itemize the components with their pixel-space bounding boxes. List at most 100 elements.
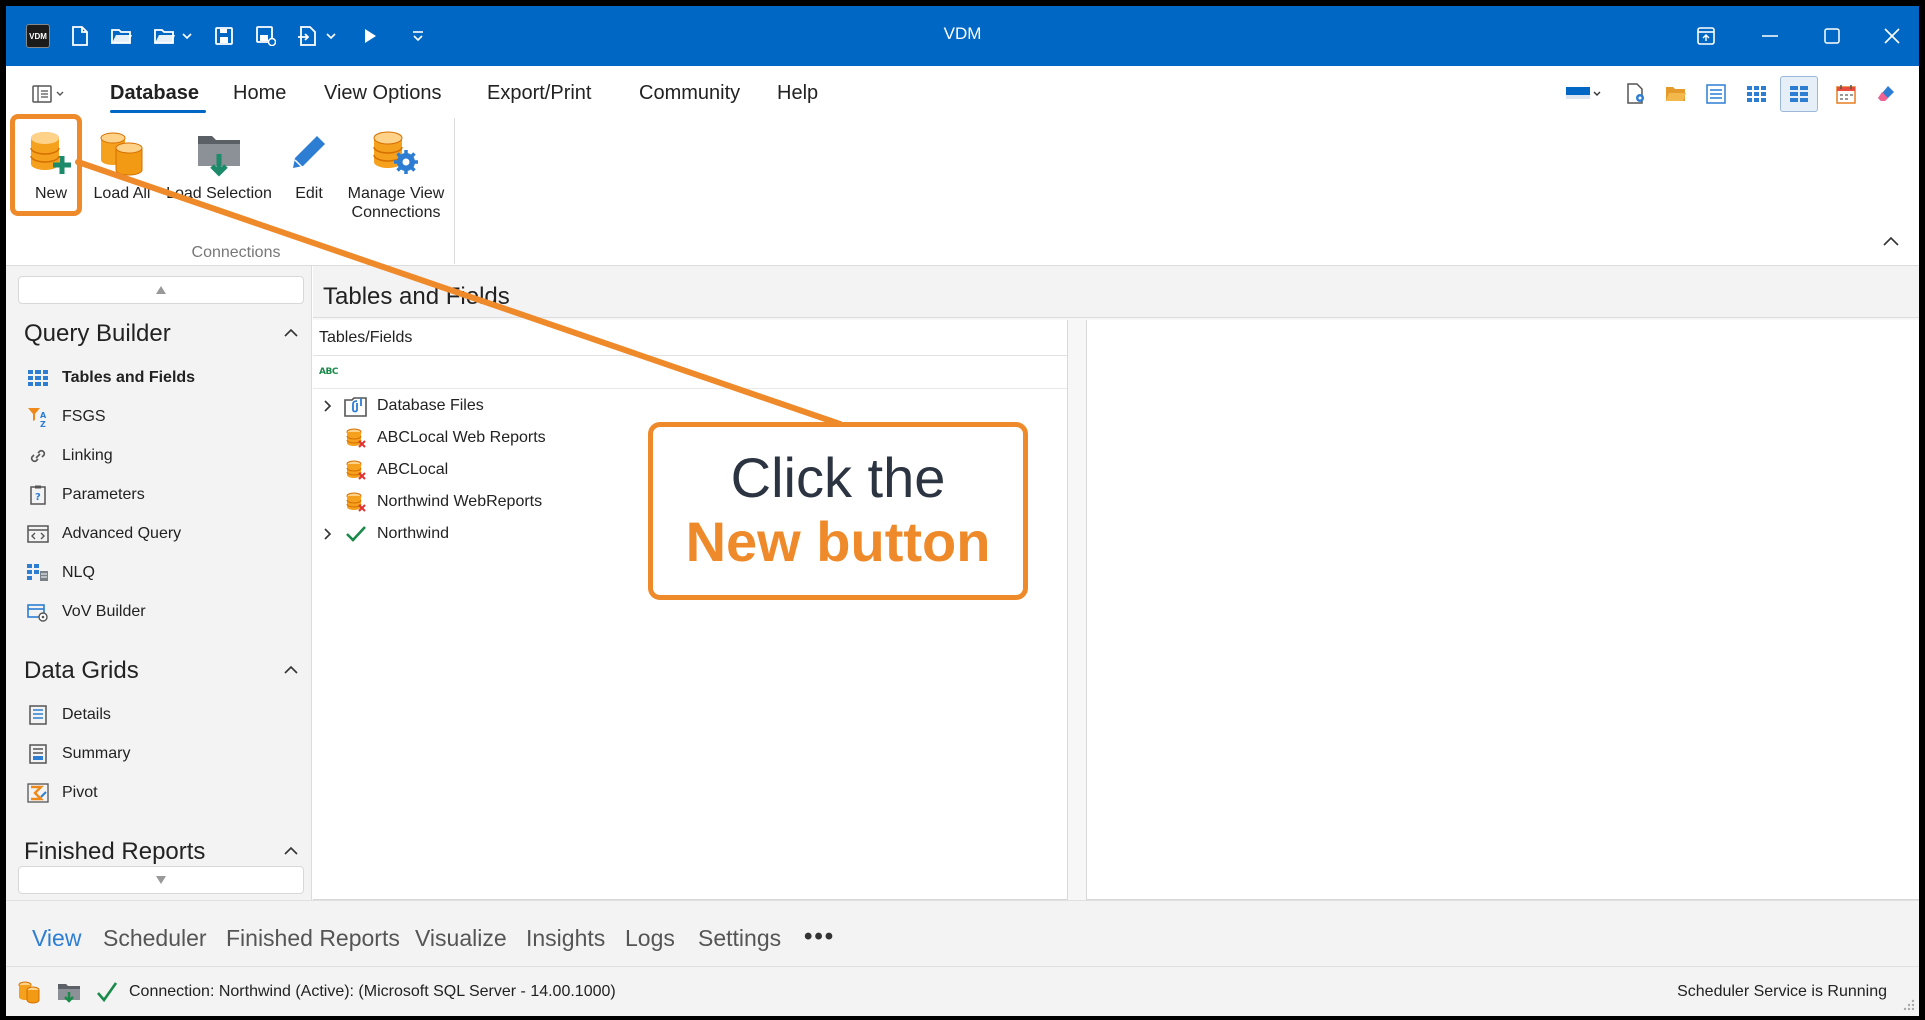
module-settings[interactable]: Settings: [698, 925, 781, 952]
svg-text:Z: Z: [40, 420, 46, 428]
module-scheduler[interactable]: Scheduler: [103, 925, 207, 952]
document-settings-icon[interactable]: [1622, 80, 1650, 108]
page-title: Tables and Fields: [323, 283, 510, 310]
load-selection-button[interactable]: Load Selection: [166, 116, 272, 203]
list-view-icon[interactable]: [1702, 80, 1730, 108]
table-grid-icon: [26, 366, 50, 390]
database-multiple-icon[interactable]: [16, 979, 42, 1005]
calendar-icon[interactable]: [1832, 80, 1860, 108]
code-window-icon: [26, 522, 50, 546]
tab-community[interactable]: Community: [639, 82, 740, 105]
manage-view-connections-label-2: Connections: [351, 204, 441, 221]
minimize-button[interactable]: [1740, 6, 1800, 66]
load-all-button[interactable]: Load All: [88, 116, 156, 203]
connection-status: Connection: Northwind (Active): (Microso…: [129, 983, 616, 1000]
nav-section-query-builder[interactable]: Query Builder: [24, 320, 171, 348]
tab-help[interactable]: Help: [777, 82, 818, 105]
chevron-right-icon[interactable]: [313, 518, 343, 550]
close-button[interactable]: [1862, 6, 1919, 66]
nav-scroll-down-button[interactable]: [18, 866, 304, 894]
database-disconnected-icon: [343, 425, 369, 451]
manage-view-connections-button[interactable]: Manage View Connections: [344, 116, 448, 222]
nav-scroll-up-button[interactable]: [18, 276, 304, 304]
tree-item-northwind[interactable]: Northwind: [313, 518, 449, 550]
active-tab-indicator: [110, 110, 206, 113]
nav-item-fsgs[interactable]: AZ FSGS: [26, 403, 106, 431]
folder-download-icon: [194, 124, 244, 184]
module-view[interactable]: View: [32, 925, 81, 952]
nav-item-details[interactable]: Details: [26, 701, 111, 729]
collapse-ribbon-icon[interactable]: [1881, 232, 1901, 252]
svg-text:A: A: [40, 411, 47, 420]
theme-selector-icon[interactable]: [1562, 80, 1606, 108]
database-disconnected-icon: [343, 457, 369, 483]
grid-view-icon[interactable]: [1742, 80, 1770, 108]
nav-section-data-grids[interactable]: Data Grids: [24, 657, 139, 685]
nav-item-parameters[interactable]: ? Parameters: [26, 481, 145, 509]
main-content: Tables and Fields Tables/Fields ABC Data…: [313, 266, 1919, 900]
tree-column-header[interactable]: Tables/Fields: [313, 320, 1067, 356]
eraser-icon[interactable]: [1872, 80, 1900, 108]
nav-item-tables-and-fields[interactable]: Tables and Fields: [26, 364, 195, 392]
folder-download-icon[interactable]: [56, 979, 82, 1005]
ribbon-panel: New Load All Load Selection Edit Manage …: [6, 116, 1919, 266]
module-finished-reports[interactable]: Finished Reports: [226, 925, 400, 952]
nav-item-nlq[interactable]: NLQ: [26, 559, 95, 587]
nav-section-finished-reports[interactable]: Finished Reports: [24, 838, 205, 866]
ribbon-group-separator: [454, 118, 455, 264]
link-icon: [26, 444, 50, 468]
abc-filter-icon: ABC: [319, 367, 338, 377]
details-icon: [26, 703, 50, 727]
folder-icon[interactable]: [1662, 80, 1690, 108]
filter-sort-icon: AZ: [26, 405, 50, 429]
ribbon-tab-bar: Database Home View Options Export/Print …: [6, 66, 1919, 116]
chevron-up-icon[interactable]: [282, 661, 300, 679]
module-logs[interactable]: Logs: [625, 925, 675, 952]
database-files-icon: [343, 393, 369, 419]
tab-home[interactable]: Home: [233, 82, 286, 105]
manage-view-connections-label: Manage View: [347, 185, 445, 202]
nlq-grid-icon: [26, 561, 50, 585]
resize-grip-icon[interactable]: [1901, 997, 1915, 1011]
new-connection-button[interactable]: New: [20, 116, 82, 203]
chevron-right-icon[interactable]: [313, 390, 343, 422]
callout-line-1: Click the: [730, 446, 946, 509]
tree-filter-row[interactable]: ABC: [313, 357, 1067, 389]
database-multiple-icon: [97, 124, 147, 184]
triangle-up-icon: [156, 286, 166, 294]
tab-view-options[interactable]: View Options: [324, 82, 441, 105]
ribbon-group-label: Connections: [191, 244, 281, 261]
nav-item-pivot[interactable]: Pivot: [26, 779, 98, 807]
app-menu-icon[interactable]: [30, 80, 70, 108]
tab-export-print[interactable]: Export/Print: [487, 82, 591, 105]
title-bar: VDM VDM: [6, 6, 1919, 66]
nav-item-linking[interactable]: Linking: [26, 442, 113, 470]
scheduler-status: Scheduler Service is Running: [1677, 983, 1887, 1000]
restore-layout-icon[interactable]: [1676, 6, 1736, 66]
tile-view-icon[interactable]: [1780, 76, 1818, 112]
database-add-icon: [26, 124, 76, 184]
edit-button[interactable]: Edit: [284, 116, 334, 203]
svg-text:?: ?: [35, 492, 41, 503]
nav-item-vov-builder[interactable]: VoV Builder: [26, 598, 146, 626]
chevron-up-icon[interactable]: [282, 842, 300, 860]
navigation-pane: Query Builder Tables and Fields AZ FSGS …: [6, 266, 312, 900]
field-detail-panel: [1086, 320, 1919, 900]
nav-item-advanced-query[interactable]: Advanced Query: [26, 520, 181, 548]
tree-item-northwind-webreports[interactable]: Northwind WebReports: [313, 486, 542, 518]
new-button-label: New: [34, 185, 67, 202]
nav-item-summary[interactable]: Summary: [26, 740, 130, 768]
module-visualize[interactable]: Visualize: [415, 925, 507, 952]
content-header: Tables and Fields: [313, 266, 1919, 318]
more-modules-button[interactable]: •••: [804, 923, 835, 951]
chevron-up-icon[interactable]: [282, 324, 300, 342]
tab-database[interactable]: Database: [110, 82, 199, 105]
tree-item-abclocal-web-reports[interactable]: ABCLocal Web Reports: [313, 422, 546, 454]
checkmark-icon: [343, 521, 369, 547]
module-insights[interactable]: Insights: [526, 925, 605, 952]
maximize-button[interactable]: [1802, 6, 1862, 66]
tree-item-database-files[interactable]: Database Files: [313, 390, 484, 422]
tree-item-abclocal[interactable]: ABCLocal: [313, 454, 448, 486]
callout-line-2: New button: [685, 510, 991, 573]
tables-fields-tree: Tables/Fields ABC Database Files ABCLoca…: [313, 320, 1068, 900]
